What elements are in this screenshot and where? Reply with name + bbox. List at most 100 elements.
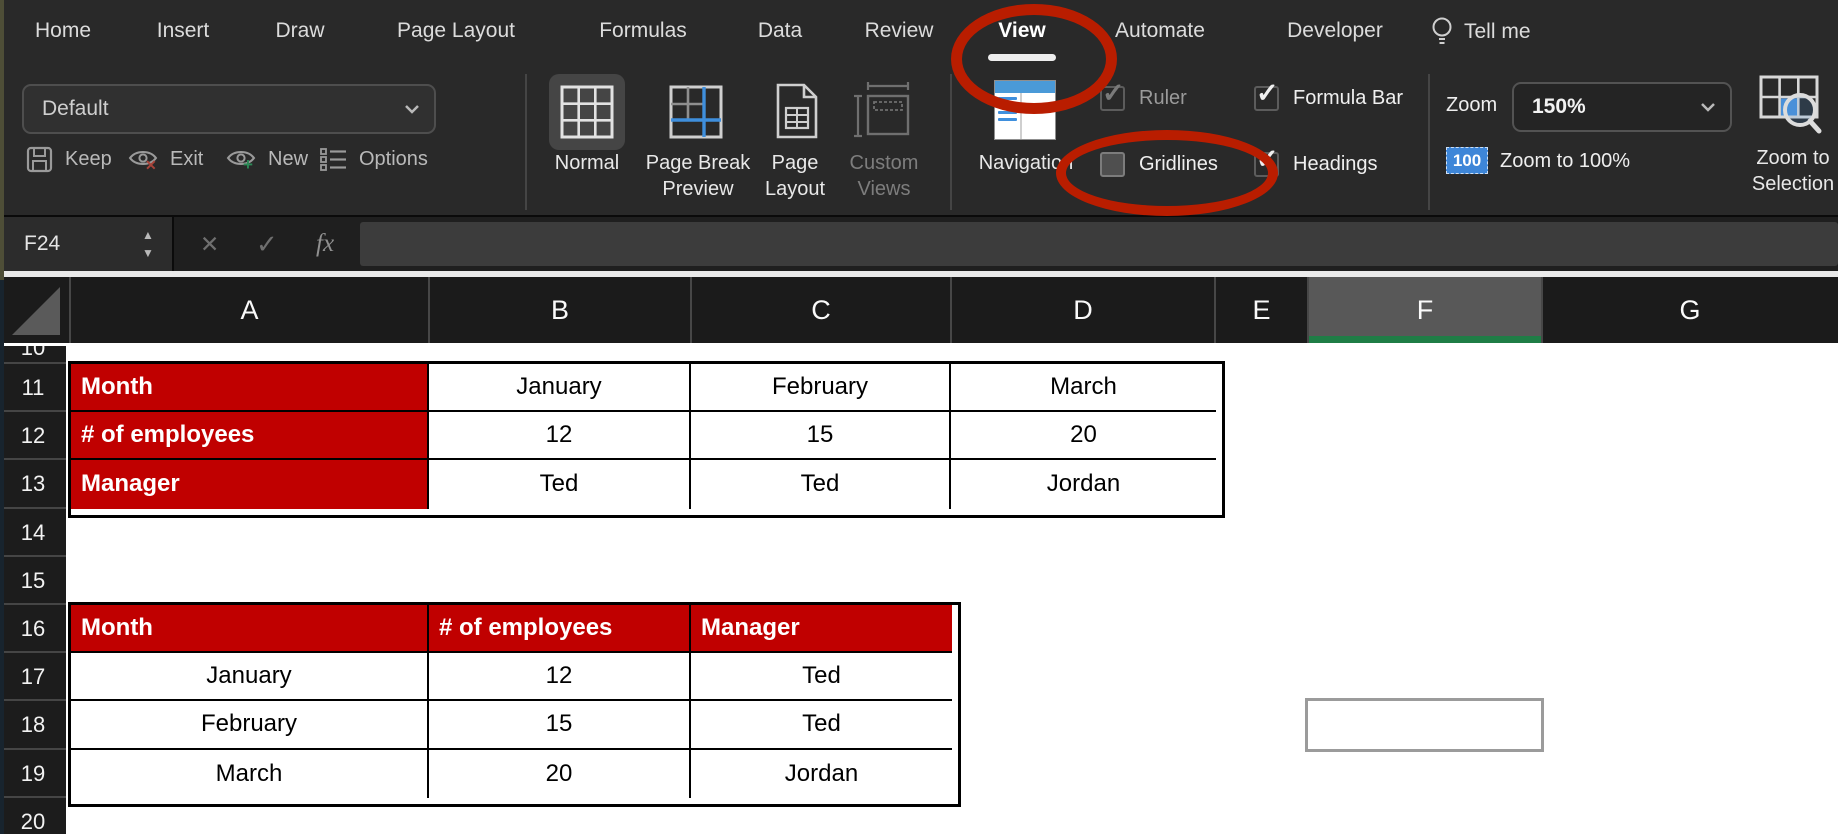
cell-b18[interactable]: 15 xyxy=(429,701,691,750)
checkbox-icon: ✓ xyxy=(1100,78,1125,111)
tell-me-button[interactable]: Tell me xyxy=(1430,14,1531,50)
tab-home[interactable]: Home xyxy=(35,6,91,56)
column-header-f[interactable]: F xyxy=(1308,277,1542,343)
select-all-corner[interactable] xyxy=(0,277,70,343)
name-box-stepper[interactable]: ▲ ▼ xyxy=(142,226,154,262)
navigation-button[interactable]: Navigation xyxy=(979,151,1074,175)
cell-a16[interactable]: Month xyxy=(71,605,429,654)
cell-c19[interactable]: Jordan xyxy=(691,750,952,798)
tab-formulas[interactable]: Formulas xyxy=(599,6,687,56)
cell-d13[interactable]: Jordan xyxy=(951,460,1216,508)
custom-views-icon[interactable] xyxy=(852,80,914,142)
cell-b13[interactable]: Ted xyxy=(429,460,691,509)
active-tab-underline xyxy=(988,54,1056,61)
cell-c11[interactable]: February xyxy=(691,364,951,413)
cell-c16[interactable]: Manager xyxy=(691,605,952,654)
tab-draw[interactable]: Draw xyxy=(275,6,324,56)
cell-a17[interactable]: January xyxy=(71,653,429,702)
headings-label: Headings xyxy=(1293,152,1378,175)
row-header-16[interactable]: 16 xyxy=(0,605,66,653)
row-header-18[interactable]: 18 xyxy=(0,701,66,749)
group-divider xyxy=(950,74,952,210)
options-button[interactable]: Options xyxy=(320,142,428,176)
column-header-d[interactable]: D xyxy=(951,277,1215,343)
formula-bar-checkbox[interactable]: ✓ Formula Bar xyxy=(1254,78,1403,111)
cell-b19[interactable]: 20 xyxy=(429,749,691,798)
cell-a13[interactable]: Manager xyxy=(71,460,429,509)
select-all-triangle-icon xyxy=(12,287,60,335)
cell-c12[interactable]: 15 xyxy=(691,412,951,461)
cell-b12[interactable]: 12 xyxy=(429,412,691,461)
table-vertical: Month # of employees Manager January 12 Ted Fe… xyxy=(68,602,961,807)
row-header-14[interactable]: 14 xyxy=(0,509,66,557)
cell-c13[interactable]: Ted xyxy=(691,460,951,509)
cell-b11[interactable]: January xyxy=(429,364,691,413)
keep-label: Keep xyxy=(65,147,112,170)
column-header-g[interactable]: G xyxy=(1542,277,1838,343)
cell-b17[interactable]: 12 xyxy=(429,653,691,702)
stepper-down-icon[interactable]: ▼ xyxy=(142,244,154,262)
keep-button[interactable]: Keep xyxy=(26,142,112,176)
column-header-a[interactable]: A xyxy=(70,277,429,343)
zoom-dropdown[interactable]: 150% xyxy=(1512,82,1732,132)
cell-d11[interactable]: March xyxy=(951,364,1216,413)
formula-input[interactable] xyxy=(360,222,1838,266)
cell-c18[interactable]: Ted xyxy=(691,701,952,750)
tab-insert[interactable]: Insert xyxy=(157,6,210,56)
zoom-to-100-button[interactable]: Zoom to 100% xyxy=(1500,150,1630,173)
chevron-down-icon xyxy=(405,105,419,114)
new-button[interactable]: + New xyxy=(226,142,308,176)
zoom-to-selection-label-1[interactable]: Zoom to xyxy=(1756,146,1829,170)
cell-a12[interactable]: # of employees xyxy=(71,412,429,461)
cell-b16[interactable]: # of employees xyxy=(429,605,691,654)
page-break-preview-icon[interactable] xyxy=(668,84,724,140)
ruler-checkbox[interactable]: ✓ Ruler xyxy=(1100,78,1187,111)
exit-button[interactable]: ✕ Exit xyxy=(128,142,203,176)
sheet-view-selector[interactable]: Default xyxy=(22,84,436,134)
tab-page-layout[interactable]: Page Layout xyxy=(397,6,515,56)
cell-a11[interactable]: Month xyxy=(71,364,429,413)
stepper-up-icon[interactable]: ▲ xyxy=(142,226,154,244)
tab-automate[interactable]: Automate xyxy=(1115,6,1205,56)
fx-icon[interactable]: fx xyxy=(316,217,334,271)
enter-icon[interactable]: ✓ xyxy=(256,217,278,271)
column-header-c[interactable]: C xyxy=(691,277,951,343)
options-list-icon xyxy=(320,148,346,171)
zoom-to-selection-icon[interactable] xyxy=(1758,74,1822,138)
gridlines-checkbox[interactable]: Gridlines xyxy=(1100,151,1218,177)
tab-developer[interactable]: Developer xyxy=(1287,6,1383,56)
name-box-value: F24 xyxy=(24,232,61,255)
plus-icon: + xyxy=(243,155,253,174)
row-header-10-label: 10 xyxy=(20,346,46,360)
column-header-e[interactable]: E xyxy=(1215,277,1308,343)
cell-a18[interactable]: February xyxy=(71,701,429,750)
column-header-divider xyxy=(1214,277,1216,343)
page-break-preview-label-1: Page Break xyxy=(645,152,751,174)
name-box[interactable]: F24 ▲ ▼ xyxy=(0,217,172,271)
headings-checkbox[interactable]: ✓ Headings xyxy=(1254,144,1378,177)
row-header-19[interactable]: 19 xyxy=(0,750,66,798)
tab-view[interactable]: View xyxy=(998,6,1045,56)
row-header-15[interactable]: 15 xyxy=(0,557,66,605)
row-header-10[interactable]: 10 xyxy=(0,346,66,363)
cancel-icon[interactable]: ✕ xyxy=(200,217,219,271)
column-header-b[interactable]: B xyxy=(429,277,691,343)
normal-label: Normal xyxy=(554,152,620,174)
options-label: Options xyxy=(359,147,428,170)
row-header-11[interactable]: 11 xyxy=(0,364,66,412)
row-header-13[interactable]: 13 xyxy=(0,460,66,508)
cell-a19[interactable]: March xyxy=(71,749,429,798)
cell-d12[interactable]: 20 xyxy=(951,412,1216,461)
bordered-empty-cell[interactable] xyxy=(1305,698,1544,752)
tab-data[interactable]: Data xyxy=(758,6,802,56)
page-layout-icon[interactable] xyxy=(772,82,820,140)
row-header-12[interactable]: 12 xyxy=(0,412,66,460)
new-label: New xyxy=(268,147,309,170)
chevron-down-icon xyxy=(1701,103,1715,112)
tab-review[interactable]: Review xyxy=(865,6,934,56)
cell-c17[interactable]: Ted xyxy=(691,653,952,702)
checkmark-icon: ✓ xyxy=(1102,77,1125,108)
custom-views-label-2: Views xyxy=(857,178,911,200)
row-header-17[interactable]: 17 xyxy=(0,653,66,701)
row-header-20[interactable]: 20 xyxy=(0,798,66,834)
